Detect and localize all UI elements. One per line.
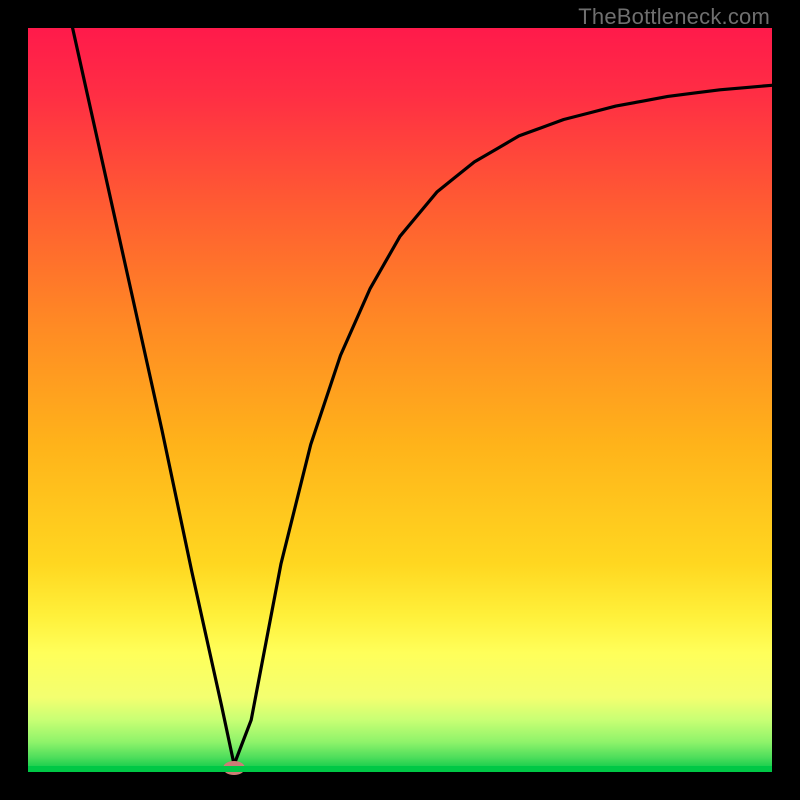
bottom-green-band bbox=[28, 766, 772, 772]
plot-area bbox=[28, 28, 772, 772]
watermark-text: TheBottleneck.com bbox=[578, 4, 770, 30]
curve-svg bbox=[28, 28, 772, 772]
curve-line bbox=[73, 28, 772, 765]
